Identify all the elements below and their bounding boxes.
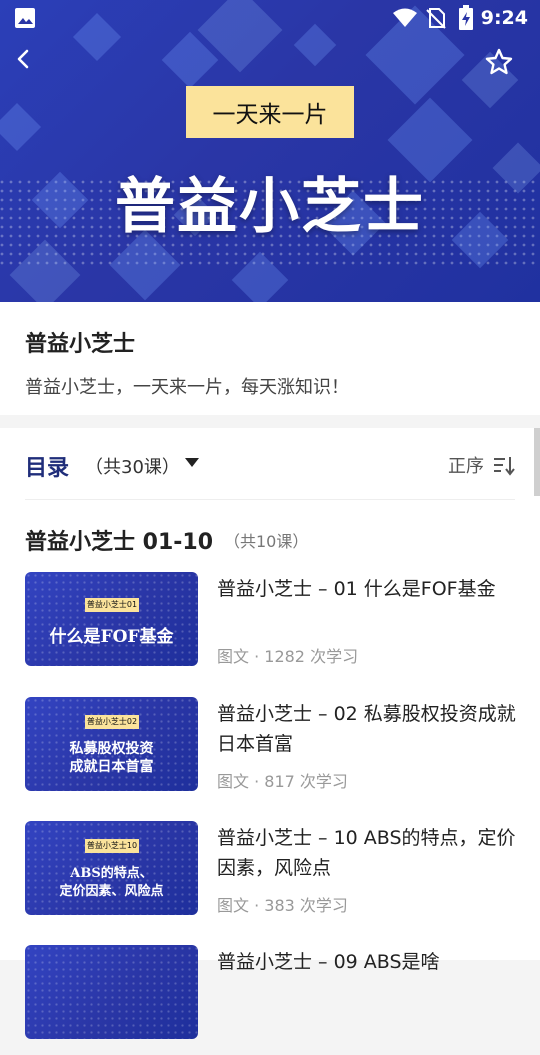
thumbnail-subtitle: 成就日本首富: [69, 759, 154, 775]
section-title: 普益小芝士 01-10: [25, 530, 214, 555]
toc-title: 目录: [25, 456, 70, 481]
lesson-thumbnail: [25, 945, 198, 1039]
lesson-meta: 图文 · 383 次学习: [217, 896, 348, 915]
caret-down-icon[interactable]: [185, 458, 199, 467]
lesson-meta: 图文 · 817 次学习: [217, 772, 348, 791]
wifi-icon: [393, 8, 417, 27]
lesson-title: 普益小芝士 – 10 ABS的特点，定价因素，风险点: [217, 827, 516, 879]
sort-button[interactable]: 正序: [448, 452, 484, 478]
lesson-item[interactable]: 普益小芝士01 什么是FOF基金 普益小芝士 – 01 什么是FOF基金 图文 …: [0, 572, 540, 682]
thumbnail-title: ABS的特点、: [70, 866, 153, 881]
banner-pattern: [0, 0, 540, 302]
lesson-thumbnail: 普益小芝士10 ABS的特点、 定价因素、风险点: [25, 821, 198, 915]
battery-charging-icon: [459, 5, 473, 30]
course-info: 普益小芝士 普益小芝士，一天来一片，每天涨知识！: [0, 302, 540, 415]
chevron-left-icon: [17, 49, 29, 69]
lesson-item[interactable]: 普益小芝士10 ABS的特点、 定价因素、风险点 普益小芝士 – 10 ABS的…: [0, 821, 540, 931]
back-button[interactable]: [12, 48, 56, 92]
thumbnail-tag: 普益小芝士10: [85, 839, 139, 853]
scrollbar[interactable]: [534, 428, 540, 496]
course-description: 普益小芝士，一天来一片，每天涨知识！: [25, 377, 349, 398]
lesson-item[interactable]: 普益小芝士02 私募股权投资 成就日本首富 普益小芝士 – 02 私募股权投资成…: [0, 697, 540, 807]
thumbnail-title: 什么是FOF基金: [49, 627, 174, 647]
star-outline-icon: [485, 48, 513, 75]
lesson-title: 普益小芝士 – 09 ABS是啥: [217, 951, 440, 973]
image-icon: [15, 8, 35, 28]
thumbnail-tag: 普益小芝士01: [85, 598, 139, 612]
lesson-item[interactable]: 普益小芝士 – 09 ABS是啥: [0, 945, 540, 1055]
clock: 9:24: [480, 7, 528, 29]
lesson-catalog: 目录 （共30课） 正序 普益小芝士 01-10 （共10课） 普益小芝士01 …: [0, 428, 540, 1039]
banner-tag: 一天来一片: [186, 86, 354, 138]
lesson-thumbnail: 普益小芝士01 什么是FOF基金: [25, 572, 198, 666]
course-banner: 9:24 一天来一片 普益小芝士: [0, 0, 540, 302]
thumbnail-tag: 普益小芝士02: [85, 715, 139, 729]
favorite-button[interactable]: [485, 48, 529, 92]
toc-count: （共30课）: [85, 457, 180, 478]
lesson-thumbnail: 普益小芝士02 私募股权投资 成就日本首富: [25, 697, 198, 791]
thumbnail-title: 私募股权投资: [69, 741, 154, 757]
no-sim-icon: [426, 8, 446, 29]
lesson-title: 普益小芝士 – 02 私募股权投资成就日本首富: [217, 703, 516, 755]
thumbnail-subtitle: 定价因素、风险点: [59, 884, 164, 899]
course-name: 普益小芝士: [25, 332, 136, 357]
banner-title: 普益小芝士: [115, 172, 425, 242]
divider: [25, 499, 515, 500]
status-bar: 9:24: [0, 0, 540, 36]
section-count: （共10课）: [224, 532, 309, 551]
lesson-meta: 图文 · 1282 次学习: [217, 647, 359, 666]
lesson-title: 普益小芝士 – 01 什么是FOF基金: [217, 578, 496, 600]
sort-icon[interactable]: [492, 456, 516, 476]
